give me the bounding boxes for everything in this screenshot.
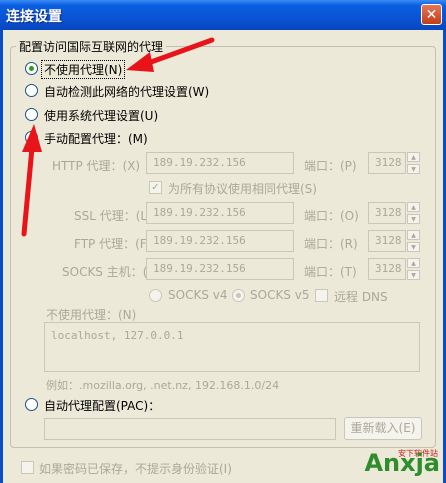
ftp-proxy-label: FTP 代理：(F) <box>74 237 152 251</box>
no-proxy-for-label: 不使用代理：(N) <box>46 308 137 322</box>
http-port-input[interactable]: 3128 <box>368 152 406 174</box>
http-proxy-label: HTTP 代理：(X) <box>52 159 141 173</box>
socks-port-label: 端口：(T) <box>304 265 357 279</box>
label-auto-detect[interactable]: 自动检测此网络的代理设置(W) <box>44 83 209 100</box>
ssl-proxy-host-input[interactable]: 189.19.232.156 <box>146 202 294 224</box>
socks-host-input[interactable]: 189.19.232.156 <box>146 258 294 280</box>
radio-socks-v5[interactable] <box>232 289 245 302</box>
label-auto-config[interactable]: 自动代理配置(PAC)： <box>44 397 160 414</box>
spin-up-icon[interactable]: ▲ <box>407 152 420 162</box>
ftp-port-input[interactable]: 3128 <box>368 230 406 252</box>
socks-port-spinner[interactable]: ▲ ▼ <box>407 258 420 280</box>
reload-button[interactable]: 重新载入(E) <box>344 417 422 440</box>
ssl-port-label: 端口：(O) <box>304 209 359 223</box>
http-port-label: 端口：(P) <box>304 159 357 173</box>
label-no-proxy[interactable]: 不使用代理(N) <box>41 60 126 79</box>
socks-port-input[interactable]: 3128 <box>368 258 406 280</box>
spin-down-icon[interactable]: ▼ <box>407 164 420 174</box>
ssl-port-input[interactable]: 3128 <box>368 202 406 224</box>
socks-v4-label: SOCKS v4 <box>168 288 228 302</box>
socks-v5-label: SOCKS v5 <box>250 288 310 302</box>
close-button[interactable]: ✕ <box>421 4 442 25</box>
http-proxy-host-input[interactable]: 189.19.232.156 <box>146 152 294 174</box>
radio-socks-v4[interactable] <box>149 289 162 302</box>
remote-dns-label: 远程 DNS <box>334 290 388 304</box>
watermark-logo: Anxja <box>364 449 440 477</box>
radio-no-proxy[interactable] <box>25 62 38 75</box>
spin-down-icon[interactable]: ▼ <box>407 270 420 280</box>
no-proxy-for-textarea[interactable]: localhost, 127.0.0.1 <box>44 322 420 372</box>
label-manual-proxy[interactable]: 手动配置代理：(M) <box>44 130 148 147</box>
remote-dns-checkbox[interactable] <box>315 289 328 302</box>
radio-auto-config[interactable] <box>25 398 38 411</box>
spin-down-icon[interactable]: ▼ <box>407 242 420 252</box>
share-proxy-label: 为所有协议使用相同代理(S) <box>168 182 317 196</box>
pac-url-input[interactable] <box>44 418 336 440</box>
spin-down-icon[interactable]: ▼ <box>407 214 420 224</box>
no-proxy-example: 例如：.mozilla.org, .net.nz, 192.168.1.0/24 <box>46 379 280 392</box>
ftp-proxy-host-input[interactable]: 189.19.232.156 <box>146 230 294 252</box>
remember-password-checkbox[interactable] <box>21 461 34 474</box>
remember-password-label: 如果密码已保存，不提示身份验证(I) <box>39 462 232 476</box>
ssl-port-spinner[interactable]: ▲ ▼ <box>407 202 420 224</box>
radio-auto-detect[interactable] <box>25 84 38 97</box>
window-title: 连接设置 <box>6 9 62 25</box>
spin-up-icon[interactable]: ▲ <box>407 258 420 268</box>
close-icon: ✕ <box>425 7 438 23</box>
label-system-proxy[interactable]: 使用系统代理设置(U) <box>44 107 158 124</box>
ssl-proxy-label: SSL 代理：(L) <box>74 209 152 223</box>
share-proxy-checkbox[interactable]: ✓ <box>149 181 162 194</box>
http-port-spinner[interactable]: ▲ ▼ <box>407 152 420 174</box>
spin-up-icon[interactable]: ▲ <box>407 230 420 240</box>
title-bar[interactable]: 连接设置 ✕ <box>0 0 446 30</box>
spin-up-icon[interactable]: ▲ <box>407 202 420 212</box>
ftp-port-label: 端口：(R) <box>304 237 358 251</box>
ftp-port-spinner[interactable]: ▲ ▼ <box>407 230 420 252</box>
